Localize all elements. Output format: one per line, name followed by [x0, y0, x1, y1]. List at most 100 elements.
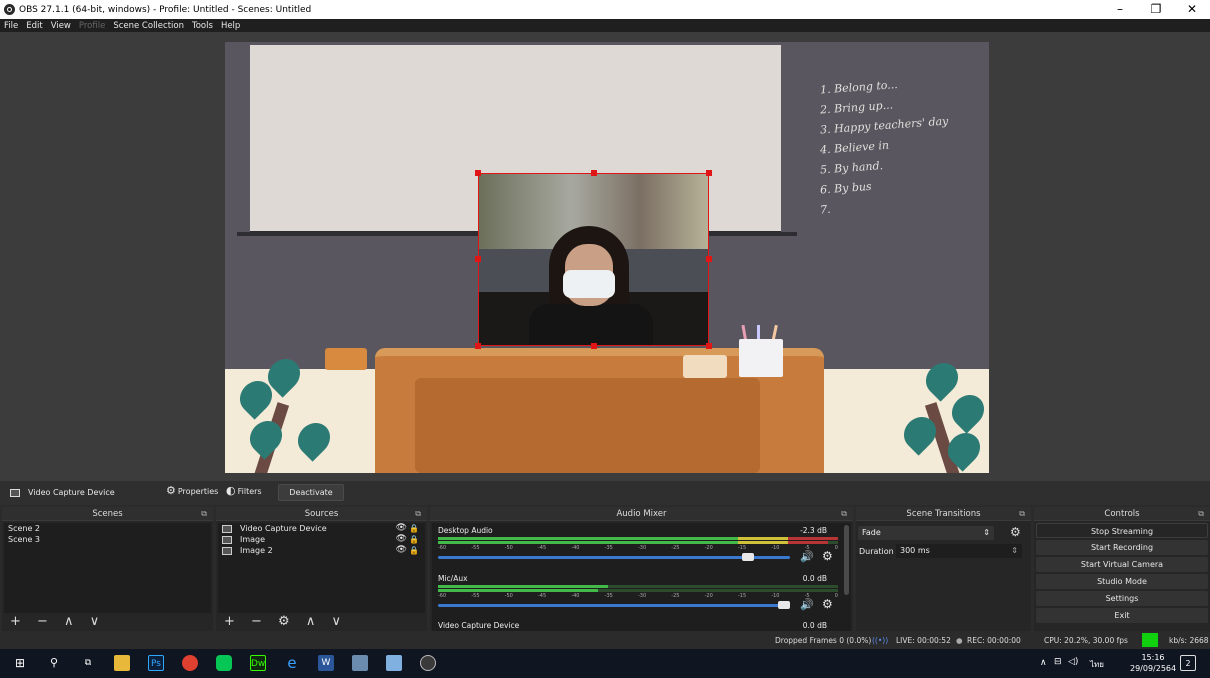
speaker-icon[interactable]: 🔊 — [800, 550, 814, 563]
visibility-eye-icon[interactable]: 👁 — [396, 534, 407, 545]
spinner-icon[interactable]: ⇕ — [1011, 544, 1018, 558]
scene-transitions-dock: Scene Transitions ⧉ Fade ⇕ ⚙ Duration 300… — [856, 507, 1031, 631]
scenes-toolbar[interactable]: + − ∧ ∨ — [2, 613, 213, 631]
cpu-fps: CPU: 20.2%, 30.00 fps — [1044, 636, 1128, 645]
undock-icon[interactable]: ⧉ — [415, 507, 421, 521]
properties-button[interactable]: ⚙ Properties — [166, 484, 218, 497]
line-icon[interactable] — [216, 655, 232, 671]
scenes-header: Scenes — [92, 509, 123, 519]
transition-select[interactable]: Fade ⇕ — [858, 526, 994, 540]
video-capture-source[interactable] — [478, 173, 709, 346]
chalkboard-text: 1. Belong to... 2. Bring up... 3. Happy … — [820, 76, 949, 216]
start-recording-button[interactable]: Start Recording — [1036, 540, 1208, 555]
menu-file[interactable]: File — [4, 21, 18, 31]
resize-handle[interactable] — [475, 343, 481, 349]
filter-icon: ◐ — [226, 484, 236, 497]
close-button[interactable]: ✕ — [1174, 0, 1210, 19]
preview-area[interactable]: 1. Belong to... 2. Bring up... 3. Happy … — [0, 32, 1210, 481]
search-icon[interactable]: ⚲ — [46, 655, 62, 671]
paint-icon[interactable] — [352, 655, 368, 671]
language-indicator[interactable]: ไทย — [1090, 658, 1104, 671]
sources-dock: Sources ⧉ Video Capture Device 👁 🔒 Image … — [216, 507, 427, 631]
menu-view[interactable]: View — [51, 21, 71, 31]
undock-icon[interactable]: ⧉ — [1198, 507, 1204, 521]
settings-button[interactable]: Settings — [1036, 591, 1208, 606]
resize-handle[interactable] — [475, 256, 481, 262]
photoshop-icon[interactable]: Ps — [148, 655, 164, 671]
sources-list[interactable]: Video Capture Device 👁 🔒 Image 👁 🔒 Image… — [218, 523, 425, 613]
chrome-icon[interactable] — [182, 655, 198, 671]
dreamweaver-icon[interactable]: Dw — [250, 655, 266, 671]
menu-scene-collection[interactable]: Scene Collection — [113, 21, 184, 31]
audio-mixer-body: Desktop Audio -2.3 dB -60 -55 -50 -45 -40 -35… — [432, 523, 851, 631]
network-icon[interactable]: ⊟ — [1054, 657, 1062, 667]
scene-item[interactable]: Scene 2 — [4, 523, 211, 534]
duration-input[interactable]: 300 ms ⇕ — [896, 544, 1022, 558]
app-icon[interactable] — [386, 655, 402, 671]
volume-meter — [438, 589, 838, 592]
word-icon[interactable]: W — [318, 655, 334, 671]
undock-icon[interactable]: ⧉ — [1019, 507, 1025, 521]
volume-slider[interactable] — [438, 601, 790, 609]
source-item[interactable]: Video Capture Device 👁 🔒 — [218, 523, 425, 534]
stop-streaming-button[interactable]: Stop Streaming — [1036, 523, 1208, 538]
live-timer: LIVE: 00:00:52 — [896, 636, 951, 645]
menu-edit[interactable]: Edit — [26, 21, 42, 31]
camera-icon — [10, 488, 20, 497]
speaker-icon[interactable]: 🔊 — [800, 598, 814, 611]
notification-icon[interactable]: 2 — [1180, 655, 1196, 671]
source-item[interactable]: Image 2 👁 🔒 — [218, 545, 425, 556]
sources-toolbar[interactable]: + − ⚙ ∧ ∨ — [216, 613, 427, 631]
file-explorer-icon[interactable] — [114, 655, 130, 671]
scrollbar[interactable] — [844, 525, 849, 595]
gear-icon: ⚙ — [166, 484, 176, 497]
volume-slider[interactable] — [438, 553, 790, 561]
lock-icon[interactable]: 🔒 — [409, 523, 419, 534]
start-virtual-camera-button[interactable]: Start Virtual Camera — [1036, 557, 1208, 572]
undock-icon[interactable]: ⧉ — [841, 507, 847, 521]
menu-tools[interactable]: Tools — [192, 21, 213, 31]
preview-canvas[interactable]: 1. Belong to... 2. Bring up... 3. Happy … — [225, 42, 989, 473]
maximize-button[interactable]: ❐ — [1138, 0, 1174, 19]
controls-dock: Controls ⧉ Stop Streaming Start Recording… — [1034, 507, 1210, 631]
edge-icon[interactable]: e — [284, 655, 300, 671]
source-item[interactable]: Image 👁 🔒 — [218, 534, 425, 545]
scene-item[interactable]: Scene 3 — [4, 534, 211, 545]
gear-icon[interactable]: ⚙ — [822, 549, 833, 563]
channel-db: 0.0 dB — [802, 574, 827, 583]
resize-handle[interactable] — [706, 343, 712, 349]
volume-icon[interactable]: ◁) — [1068, 657, 1078, 667]
filters-button[interactable]: ◐ Filters — [226, 484, 262, 497]
resize-handle[interactable] — [591, 170, 597, 176]
scenes-dock: Scenes ⧉ Scene 2 Scene 3 + − ∧ ∨ — [2, 507, 213, 631]
minimize-button[interactable]: – — [1102, 0, 1138, 19]
gear-icon[interactable]: ⚙ — [822, 597, 833, 611]
resize-handle[interactable] — [475, 170, 481, 176]
windows-start-icon[interactable]: ⊞ — [12, 655, 28, 671]
volume-slider-knob[interactable] — [742, 553, 754, 561]
resize-handle[interactable] — [591, 343, 597, 349]
undock-icon[interactable]: ⧉ — [201, 507, 207, 521]
gear-icon[interactable]: ⚙ — [1010, 525, 1021, 539]
visibility-eye-icon[interactable]: 👁 — [396, 545, 407, 556]
lock-icon[interactable]: 🔒 — [409, 545, 419, 556]
obs-taskbar-icon[interactable] — [420, 655, 436, 671]
resize-handle[interactable] — [706, 256, 712, 262]
clock-date[interactable]: 29/09/2564 — [1130, 664, 1176, 673]
exit-button[interactable]: Exit — [1036, 608, 1208, 623]
volume-slider-knob[interactable] — [778, 601, 790, 609]
deactivate-button[interactable]: Deactivate — [278, 484, 344, 501]
chevron-up-icon[interactable]: ∧ — [1040, 658, 1047, 668]
task-view-icon[interactable]: ⧉ — [80, 655, 96, 671]
menu-help[interactable]: Help — [221, 21, 240, 31]
resize-handle[interactable] — [706, 170, 712, 176]
bitrate: kb/s: 2668 — [1169, 636, 1209, 645]
channel-name: Mic/Aux — [438, 574, 468, 583]
meter-scale: -60 -55 -50 -45 -40 -35 -30 -25 -20 -15 -10 -5 0 — [438, 593, 838, 599]
lock-icon[interactable]: 🔒 — [409, 534, 419, 545]
visibility-eye-icon[interactable]: 👁 — [396, 523, 407, 534]
studio-mode-button[interactable]: Studio Mode — [1036, 574, 1208, 589]
title-bar: OBS 27.1.1 (64-bit, windows) - Profile: … — [0, 0, 1210, 19]
scenes-list[interactable]: Scene 2 Scene 3 — [4, 523, 211, 613]
clock-time[interactable]: 15:16 — [1130, 653, 1176, 662]
